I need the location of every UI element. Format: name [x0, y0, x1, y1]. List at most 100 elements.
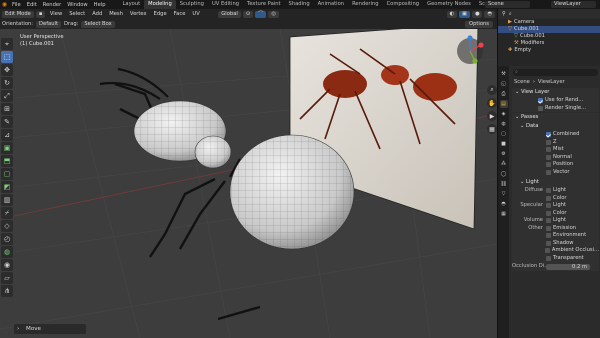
- pass-normal-checkbox[interactable]: Normal: [512, 154, 599, 162]
- pass-mist-checkbox[interactable]: Mist: [512, 146, 599, 154]
- pass-position-checkbox[interactable]: Position: [512, 161, 599, 169]
- view-layer-panel-header[interactable]: ⌄ View Layer: [512, 88, 599, 97]
- material-tab-icon[interactable]: ◓: [500, 200, 508, 208]
- object-tab-icon[interactable]: ■: [500, 140, 508, 148]
- options-button[interactable]: Options: [464, 20, 493, 28]
- menu-select[interactable]: Select: [67, 11, 88, 17]
- transform-icon[interactable]: ⊞: [1, 103, 13, 115]
- ambient-occlusion-row[interactable]: Ambient Occlusi...: [512, 247, 599, 255]
- pass-combined-checkbox[interactable]: Combined: [512, 131, 599, 139]
- constraints-tab-icon[interactable]: ⛓: [500, 180, 508, 188]
- pass-vector-checkbox[interactable]: Vector: [512, 169, 599, 177]
- 3d-viewport[interactable]: User Perspective (1) Cube.001: [0, 29, 497, 338]
- vertex-select-icon[interactable]: ▪: [35, 10, 46, 18]
- cursor-icon[interactable]: ⌖: [1, 38, 13, 50]
- orientation-dropdown[interactable]: Default: [36, 20, 62, 28]
- menu-view[interactable]: View: [47, 11, 64, 17]
- specular-color-row[interactable]: Color: [512, 210, 599, 218]
- tab-animation[interactable]: Animation: [314, 0, 348, 9]
- camera-view-icon[interactable]: ▶: [487, 111, 497, 121]
- menu-add[interactable]: Add: [90, 11, 105, 17]
- blender-logo-icon[interactable]: ◉: [0, 0, 9, 9]
- add-cube-icon[interactable]: ▣: [1, 142, 13, 154]
- menu-file[interactable]: File: [9, 2, 24, 8]
- menu-edit[interactable]: Edit: [24, 2, 40, 8]
- perspective-grid-icon[interactable]: ▦: [487, 124, 497, 134]
- outliner-row-modifiers[interactable]: ⚒ Modifiers: [498, 40, 600, 47]
- menu-edge[interactable]: Edge: [151, 11, 169, 17]
- tab-geometry-nodes[interactable]: Geometry Nodes: [423, 0, 475, 9]
- scale-icon[interactable]: ⤢: [1, 90, 13, 102]
- render-single-layer-checkbox[interactable]: Render Single...: [512, 105, 599, 113]
- outliner-row-camera[interactable]: ▶ Camera: [498, 19, 600, 26]
- tab-compositing[interactable]: Compositing: [383, 0, 424, 9]
- menu-face[interactable]: Face: [171, 11, 188, 17]
- view-layer-tab-icon[interactable]: ▤: [499, 100, 508, 108]
- transparent-row[interactable]: Transparent: [512, 255, 599, 263]
- passes-panel-header[interactable]: ⌄ Passes: [512, 113, 599, 122]
- mode-dropdown[interactable]: Edit Mode: [2, 10, 34, 18]
- shrink-icon[interactable]: ◉: [1, 259, 13, 271]
- outliner-row-mesh-data[interactable]: ▽ Cube.001: [498, 33, 600, 40]
- scene-selector[interactable]: Scene: [485, 1, 530, 8]
- output-tab-icon[interactable]: ⎙: [500, 90, 508, 98]
- data-subpanel-header[interactable]: ⌄ Data: [512, 122, 599, 131]
- rip-icon[interactable]: ⋔: [1, 285, 13, 297]
- knife-icon[interactable]: ⌿: [1, 207, 13, 219]
- tab-shading[interactable]: Shading: [285, 0, 314, 9]
- view-layer-selector[interactable]: ViewLayer: [551, 1, 596, 8]
- diffuse-color-row[interactable]: Color: [512, 195, 599, 203]
- modifier-tab-icon[interactable]: ⚙: [500, 150, 508, 158]
- smooth-icon[interactable]: ◍: [1, 246, 13, 258]
- drag-dropdown[interactable]: Select Box: [81, 20, 115, 28]
- outliner-row-empty[interactable]: ✚ Empty: [498, 47, 600, 54]
- pass-z-checkbox[interactable]: Z: [512, 139, 599, 147]
- move-icon[interactable]: ✥: [1, 64, 13, 76]
- menu-vertex[interactable]: Vertex: [127, 11, 149, 17]
- volume-light-row[interactable]: Volume Light: [512, 217, 599, 225]
- pivot-icon[interactable]: ⊙: [242, 10, 254, 18]
- render-tab-icon[interactable]: ◱: [500, 80, 508, 88]
- filter-icon[interactable]: ⚲: [502, 11, 506, 17]
- select-box-icon[interactable]: ⬚: [1, 51, 13, 63]
- shear-icon[interactable]: ▱: [1, 272, 13, 284]
- properties-search[interactable]: ⌕: [513, 69, 598, 76]
- menu-window[interactable]: Window: [64, 2, 90, 8]
- inset-icon[interactable]: ▢: [1, 168, 13, 180]
- environment-row[interactable]: Environment: [512, 232, 599, 240]
- shading-solid-icon[interactable]: ●: [471, 10, 483, 18]
- tool-tab-icon[interactable]: ⚒: [500, 70, 508, 78]
- menu-render[interactable]: Render: [40, 2, 64, 8]
- proportional-edit-icon[interactable]: ◎: [268, 10, 279, 18]
- loop-cut-icon[interactable]: ▥: [1, 194, 13, 206]
- emission-row[interactable]: Other Emission: [512, 225, 599, 233]
- tab-uv-editing[interactable]: UV Editing: [208, 0, 243, 9]
- rotate-icon[interactable]: ↻: [1, 77, 13, 89]
- specular-light-row[interactable]: Specular Light: [512, 202, 599, 210]
- pan-hand-icon[interactable]: ✋: [487, 98, 497, 108]
- diffuse-light-row[interactable]: Diffuse Light: [512, 187, 599, 195]
- menu-mesh[interactable]: Mesh: [107, 11, 126, 17]
- tab-modeling[interactable]: Modeling: [144, 0, 176, 9]
- transform-orientation-dropdown[interactable]: Global: [218, 10, 241, 18]
- occlusion-distance-field[interactable]: 0.2 m: [546, 263, 590, 270]
- menu-uv[interactable]: UV: [190, 11, 202, 17]
- tab-layout[interactable]: Layout: [119, 0, 145, 9]
- xray-icon[interactable]: ▣: [459, 10, 470, 18]
- light-subpanel-header[interactable]: ⌄ Light: [512, 178, 599, 187]
- use-for-rendering-checkbox[interactable]: Use for Rend...: [512, 97, 599, 105]
- spin-icon[interactable]: ◴: [1, 233, 13, 245]
- collection-tab-icon[interactable]: ▢: [500, 130, 508, 138]
- bevel-icon[interactable]: ◩: [1, 181, 13, 193]
- search-icon[interactable]: ⌕: [509, 11, 512, 18]
- outliner-row-cube[interactable]: ▽ Cube.001: [498, 26, 600, 33]
- zoom-icon[interactable]: ⌕: [487, 85, 497, 95]
- texture-tab-icon[interactable]: ▦: [500, 210, 508, 218]
- particles-tab-icon[interactable]: ⁂: [500, 160, 508, 168]
- physics-tab-icon[interactable]: ◯: [500, 170, 508, 178]
- world-tab-icon[interactable]: ◍: [500, 120, 508, 128]
- data-tab-icon[interactable]: ▽: [500, 190, 508, 198]
- tab-rendering[interactable]: Rendering: [348, 0, 383, 9]
- snap-icon[interactable]: ⌒: [255, 10, 267, 18]
- poly-build-icon[interactable]: ◇: [1, 220, 13, 232]
